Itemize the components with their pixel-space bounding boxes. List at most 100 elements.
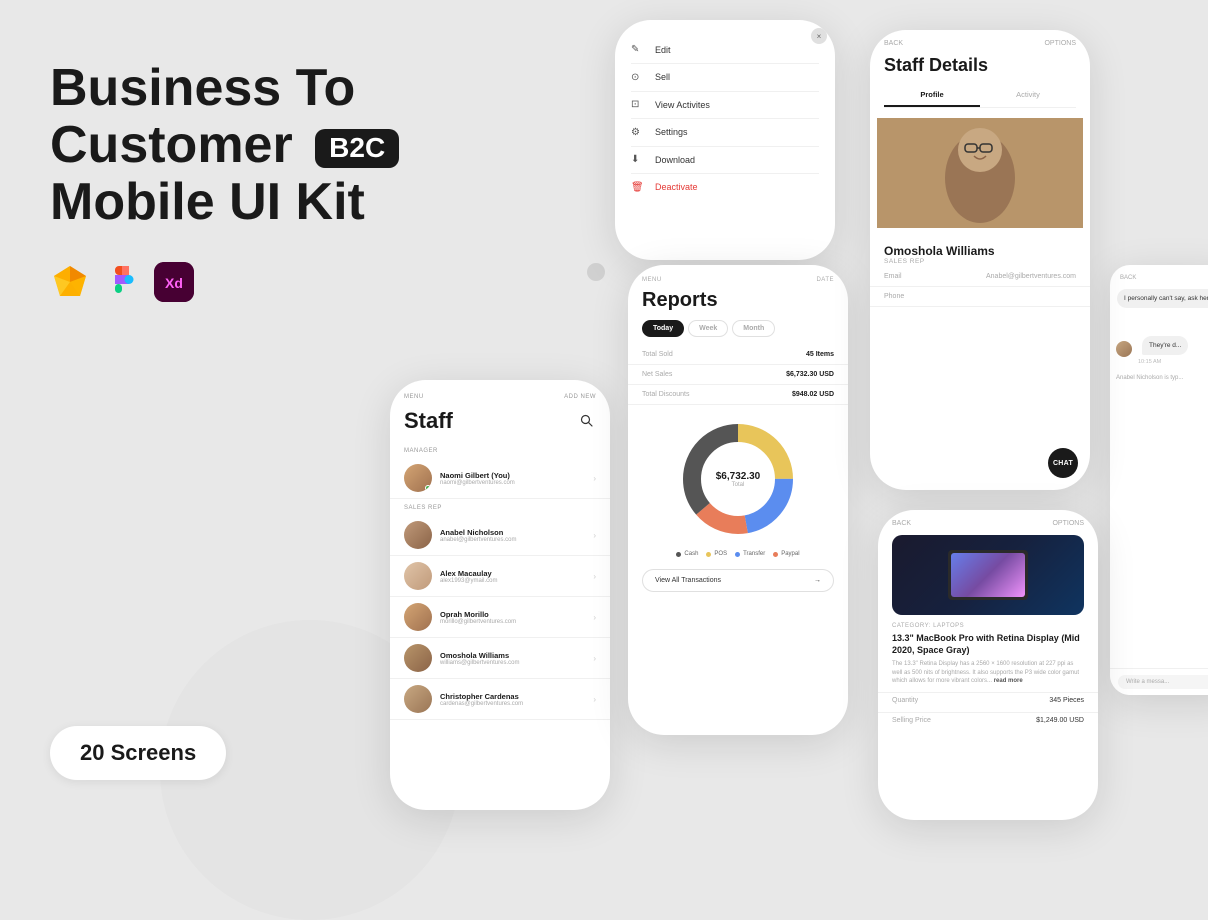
menu-item-view-activites[interactable]: ⊡ View Activites — [615, 91, 835, 118]
product-top-bar: BACK OPTIONS — [878, 510, 1098, 531]
staff-info: Alex Macaulay alex1993@ymail.com — [440, 569, 593, 584]
reports-tabs: Today Week Month — [628, 320, 848, 337]
quantity-row: Quantity 345 Pieces — [878, 692, 1098, 708]
product-name: 13.3" MacBook Pro with Retina Display (M… — [878, 631, 1098, 658]
chat-fab-button[interactable]: CHAT — [1048, 448, 1078, 478]
chat-avatar — [1116, 341, 1132, 357]
report-row-sold: Total Sold 45 Items — [628, 345, 848, 365]
menu-item-download[interactable]: ⬇ Download — [615, 146, 835, 173]
menu-item-deactivate[interactable]: 🗑 Deactivate — [615, 174, 835, 201]
chevron-right-icon: › — [593, 613, 596, 622]
phone-product: BACK OPTIONS CATEGORY: LAPTOPS 13.3" Mac… — [878, 510, 1098, 820]
chevron-right-icon: › — [593, 572, 596, 581]
tab-profile[interactable]: Profile — [884, 84, 980, 107]
legend-dot-pos — [706, 552, 711, 557]
staff-item-1[interactable]: Alex Macaulay alex1993@ymail.com › — [390, 556, 610, 597]
reports-title: Reports — [628, 287, 848, 320]
avatar — [404, 464, 432, 492]
chart-legend: Cash POS Transfer Paypal — [628, 547, 848, 561]
menu-item-settings[interactable]: ⚙ Settings — [615, 119, 835, 146]
tab-activity[interactable]: Activity — [980, 84, 1076, 107]
staff-info: Naomi Gilbert (You) naomi@gilbertventure… — [440, 471, 593, 486]
close-button[interactable]: × — [811, 28, 827, 44]
staff-info: Oprah Morillo morillo@gilbertventures.co… — [440, 610, 593, 625]
staff-item-2[interactable]: Oprah Morillo morillo@gilbertventures.co… — [390, 597, 610, 638]
staff-screen-header: MENU ADD NEW — [390, 380, 610, 404]
view-all-transactions-button[interactable]: View All Transactions → — [642, 569, 834, 592]
legend-dot-paypal — [773, 552, 778, 557]
avatar — [404, 521, 432, 549]
details-title: Staff Details — [870, 51, 1090, 84]
chat-row-left: They're d... — [1110, 332, 1208, 357]
hero-section: Business To Customer B2C Mobile UI Kit — [50, 60, 430, 302]
legend-transfer: Transfer — [735, 551, 765, 557]
chat-input[interactable]: Write a messa... — [1118, 675, 1208, 689]
phone-chat: BACK I personally can't say, ask her 10:… — [1110, 265, 1208, 695]
tool-icons: Xd — [50, 262, 430, 302]
tab-month[interactable]: Month — [732, 320, 775, 337]
staff-info: Anabel Nicholson anabel@gilbertventures.… — [440, 528, 593, 543]
download-icon: ⬇ — [631, 154, 645, 165]
email-row: Email Anabel@gilbertventures.com — [870, 267, 1090, 287]
phone-context-menu: × ✎ Edit ⊙ Sell ⊡ View Activites ⚙ Setti… — [615, 20, 835, 260]
phone-reports: MENU DATE Reports Today Week Month Total… — [628, 265, 848, 735]
avatar — [404, 603, 432, 631]
b2c-badge: B2C — [315, 129, 399, 168]
tab-today[interactable]: Today — [642, 320, 684, 337]
chat-time-0: 10:11 AM — [1118, 310, 1208, 316]
sell-icon: ⊙ — [631, 72, 645, 83]
chat-input-row: Write a messa... — [1110, 668, 1208, 695]
report-row-sales: Net Sales $6,732.30 USD — [628, 365, 848, 385]
macbook-shape — [948, 550, 1028, 600]
tab-week[interactable]: Week — [688, 320, 728, 337]
hero-title: Business To Customer B2C Mobile UI Kit — [50, 60, 430, 232]
report-row-discounts: Total Discounts $948.02 USD — [628, 385, 848, 405]
chat-time-1: 10:15 AM — [1138, 359, 1208, 365]
product-image — [892, 535, 1084, 615]
typing-indicator: Anabel Nicholson is typ... — [1110, 371, 1208, 385]
details-top-bar: BACK OPTIONS — [870, 30, 1090, 51]
staff-title-row: Staff — [390, 404, 610, 442]
arrow-right-icon: → — [814, 577, 821, 584]
profile-tabs: Profile Activity — [884, 84, 1076, 108]
staff-item-manager[interactable]: Naomi Gilbert (You) naomi@gilbertventure… — [390, 458, 610, 499]
decorative-circle-small — [587, 263, 605, 281]
avatar — [404, 562, 432, 590]
staff-name-block: Omoshola Williams SALES REP — [870, 238, 1090, 267]
staff-info: Christopher Cardenas cardenas@gilbertven… — [440, 692, 593, 707]
chevron-right-icon: › — [593, 695, 596, 704]
view-icon: ⊡ — [631, 99, 645, 110]
chat-bubble-0: I personally can't say, ask her — [1117, 289, 1208, 308]
staff-item-3[interactable]: Omoshola Williams williams@gilbertventur… — [390, 638, 610, 679]
edit-icon: ✎ — [631, 44, 645, 55]
product-description: The 13.3" Retina Display has a 2560 × 16… — [878, 658, 1098, 687]
chat-back-button[interactable]: BACK — [1110, 265, 1208, 285]
menu-item-edit[interactable]: ✎ Edit — [615, 36, 835, 63]
chat-bubble-1: They're d... — [1142, 336, 1188, 355]
chevron-right-icon: › — [593, 474, 596, 483]
settings-icon: ⚙ — [631, 127, 645, 138]
donut-label: $6,732.30 Total — [716, 471, 761, 488]
staff-info: Omoshola Williams williams@gilbertventur… — [440, 651, 593, 666]
deactivate-icon: 🗑 — [631, 182, 645, 193]
chevron-right-icon: › — [593, 531, 596, 540]
menu-item-sell[interactable]: ⊙ Sell — [615, 64, 835, 91]
figma-icon — [102, 262, 142, 302]
macbook-screen — [951, 553, 1025, 597]
legend-cash: Cash — [676, 551, 698, 557]
avatar — [404, 685, 432, 713]
donut-chart: $6,732.30 Total — [628, 405, 848, 547]
phone-staff-details: BACK OPTIONS Staff Details Profile Activ… — [870, 30, 1090, 490]
legend-dot-cash — [676, 552, 681, 557]
price-row: Selling Price $1,249.00 USD — [878, 712, 1098, 728]
sketch-icon — [50, 262, 90, 302]
xd-icon: Xd — [154, 262, 194, 302]
legend-pos: POS — [706, 551, 727, 557]
avatar — [404, 644, 432, 672]
search-button[interactable] — [578, 412, 596, 430]
legend-paypal: Paypal — [773, 551, 799, 557]
chevron-right-icon: › — [593, 654, 596, 663]
staff-item-4[interactable]: Christopher Cardenas cardenas@gilbertven… — [390, 679, 610, 720]
staff-item-0[interactable]: Anabel Nicholson anabel@gilbertventures.… — [390, 515, 610, 556]
svg-text:Xd: Xd — [165, 275, 183, 291]
